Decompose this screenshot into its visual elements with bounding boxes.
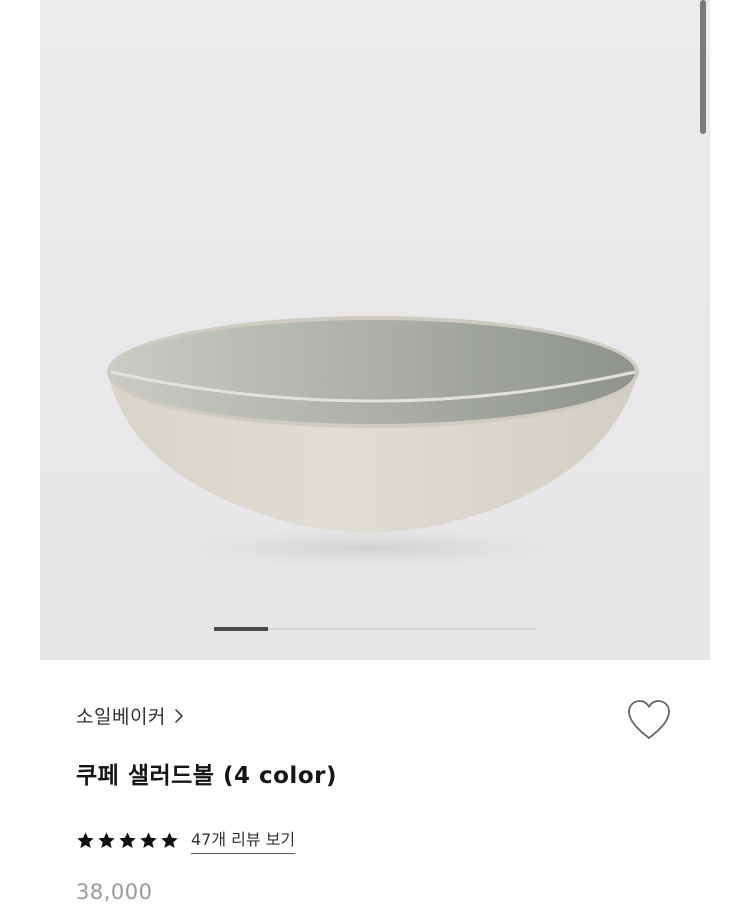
product-detail-page: 소일베이커 쿠페 샐러드볼 (4 color) 47개 리뷰 보기 38,000 (0, 0, 750, 908)
page-scrollbar[interactable] (700, 0, 706, 134)
brand-name: 소일베이커 (76, 706, 166, 728)
star-filled-icon (140, 831, 157, 848)
product-image-gallery[interactable] (40, 0, 710, 660)
star-filled-icon (98, 831, 115, 848)
review-link[interactable]: 47개 리뷰 보기 (191, 826, 296, 854)
product-photo (107, 316, 639, 574)
star-filled-icon (119, 831, 136, 848)
chevron-right-icon (175, 708, 183, 723)
product-price: 38,000 (76, 880, 153, 904)
star-filled-icon (77, 831, 94, 848)
rating-stars (76, 831, 179, 850)
star-filled-icon (161, 831, 178, 848)
gallery-pager-active-indicator (214, 627, 268, 631)
product-rating: 47개 리뷰 보기 (76, 826, 296, 854)
brand-link[interactable]: 소일베이커 (76, 702, 184, 729)
product-title: 쿠페 샐러드볼 (4 color) (76, 763, 337, 789)
gallery-pager[interactable] (214, 627, 536, 631)
heart-outline-icon[interactable] (626, 698, 672, 742)
